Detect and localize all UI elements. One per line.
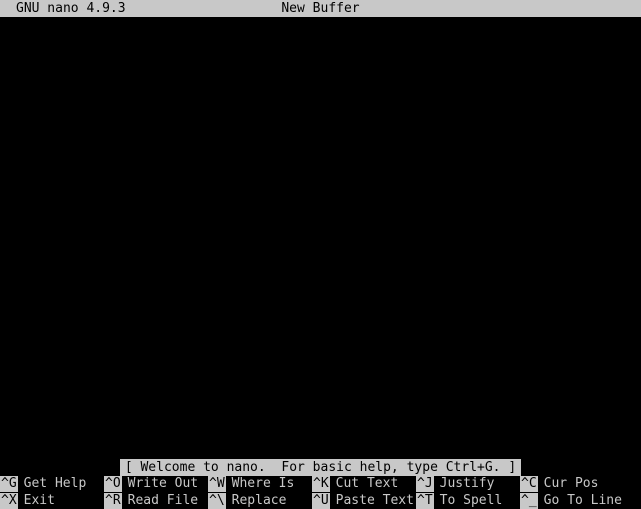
shortcut-key: ^W xyxy=(208,476,226,492)
shortcut-get-help[interactable]: ^G Get Help xyxy=(0,476,86,492)
shortcut-label: Paste Text xyxy=(335,493,414,508)
shortcut-row-1: ^G Get Help ^O Write Out ^W Where Is ^K Cut … xyxy=(0,476,641,492)
shortcut-to-spell[interactable]: ^T To Spell xyxy=(416,493,502,509)
shortcut-where-is[interactable]: ^W Where Is xyxy=(208,476,294,492)
shortcut-key: ^O xyxy=(104,476,122,492)
status-message: [ Welcome to nano. For basic help, type … xyxy=(120,459,521,476)
editor-area[interactable] xyxy=(0,17,641,459)
shortcut-label: Replace xyxy=(231,493,287,508)
shortcut-cur-pos[interactable]: ^C Cur Pos xyxy=(520,476,598,492)
shortcut-key: ^X xyxy=(0,493,18,509)
shortcut-label: Go To Line xyxy=(543,493,622,508)
shortcut-key: ^\ xyxy=(208,493,226,509)
shortcut-key: ^J xyxy=(416,476,434,492)
shortcut-label: Justify xyxy=(439,476,495,491)
shortcut-key: ^R xyxy=(104,493,122,509)
shortcut-justify[interactable]: ^J Justify xyxy=(416,476,494,492)
shortcut-exit[interactable]: ^X Exit xyxy=(0,493,55,509)
shortcut-label: Write Out xyxy=(127,476,199,491)
shortcut-paste-text[interactable]: ^U Paste Text xyxy=(312,493,414,509)
shortcut-bar: ^G Get Help ^O Write Out ^W Where Is ^K Cut … xyxy=(0,476,641,509)
shortcut-label: Read File xyxy=(127,493,199,508)
shortcut-read-file[interactable]: ^R Read File xyxy=(104,493,198,509)
shortcut-go-to-line[interactable]: ^_ Go To Line xyxy=(520,493,622,509)
shortcut-row-2: ^X Exit ^R Read File ^\ Replace ^U Paste Tex… xyxy=(0,493,641,509)
shortcut-label: Where Is xyxy=(231,476,295,491)
shortcut-label: Get Help xyxy=(23,476,87,491)
shortcut-label: Exit xyxy=(23,493,55,508)
shortcut-write-out[interactable]: ^O Write Out xyxy=(104,476,198,492)
shortcut-key: ^K xyxy=(312,476,330,492)
title-bar: GNU nano 4.9.3 New Buffer xyxy=(0,0,641,17)
shortcut-key: ^U xyxy=(312,493,330,509)
shortcut-label: Cut Text xyxy=(335,476,399,491)
shortcut-cut-text[interactable]: ^K Cut Text xyxy=(312,476,398,492)
shortcut-key: ^G xyxy=(0,476,18,492)
shortcut-key: ^T xyxy=(416,493,434,509)
shortcut-key: ^_ xyxy=(520,493,538,509)
shortcut-key: ^C xyxy=(520,476,538,492)
shortcut-replace[interactable]: ^\ Replace xyxy=(208,493,286,509)
shortcut-label: Cur Pos xyxy=(543,476,599,491)
buffer-name: New Buffer xyxy=(281,1,360,16)
shortcut-label: To Spell xyxy=(439,493,503,508)
